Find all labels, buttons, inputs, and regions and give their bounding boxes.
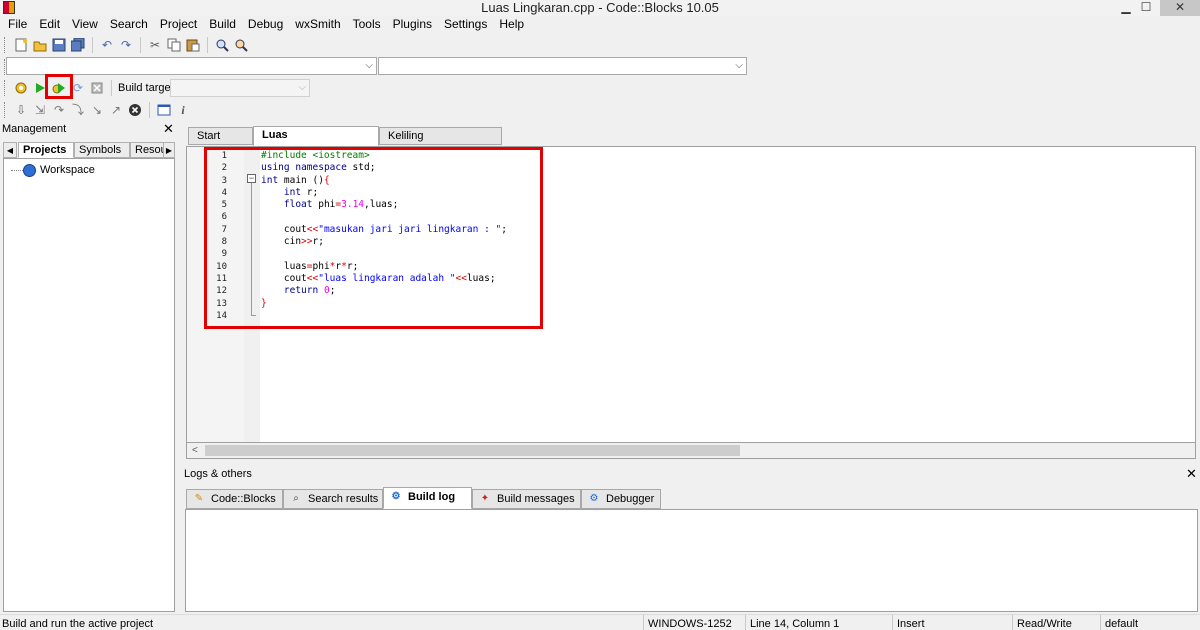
menu-view[interactable]: View: [66, 16, 104, 34]
undo-icon[interactable]: ↶: [99, 37, 115, 53]
chevron-down-icon: ⌵: [365, 60, 373, 71]
tab-codeblocks-log[interactable]: ✎ Code::Blocks: [186, 489, 283, 509]
close-icon[interactable]: ✕: [163, 122, 174, 135]
tab-symbols[interactable]: Symbols: [74, 142, 130, 158]
menu-debug[interactable]: Debug: [242, 16, 289, 34]
new-file-icon[interactable]: [13, 37, 29, 53]
info-icon[interactable]: i: [175, 102, 191, 118]
status-bar: Build and run the active project WINDOWS…: [0, 614, 1200, 630]
chevron-down-icon: ⌵: [298, 82, 306, 93]
tab-start-here[interactable]: Start here: [188, 127, 253, 159]
close-icon[interactable]: ✕: [1186, 467, 1197, 480]
management-tabs: ◀ Projects Symbols Resou ▶: [3, 142, 175, 158]
paste-icon[interactable]: [185, 37, 201, 53]
tab-keliling-lingkaran[interactable]: Keliling Lingkaran.cpp: [379, 127, 502, 159]
menu-search[interactable]: Search: [104, 16, 154, 34]
next-instruction-icon[interactable]: ⤵: [70, 102, 86, 118]
pencil-icon: ✎: [194, 493, 204, 504]
scope-select[interactable]: ⌵: [6, 57, 377, 75]
menu-file[interactable]: File: [2, 16, 33, 34]
status-position: Line 14, Column 1: [745, 615, 892, 630]
window-title: Luas Lingkaran.cpp - Code::Blocks 10.05: [481, 0, 719, 15]
compiler-toolbar: ⟳ Build target:: [0, 77, 177, 99]
stop-debugger-icon[interactable]: [127, 102, 143, 118]
debug-windows-icon[interactable]: [156, 102, 172, 118]
build-target-select[interactable]: ⌵: [170, 79, 310, 97]
tree-item-workspace[interactable]: Workspace: [11, 163, 95, 177]
run-to-cursor-icon[interactable]: ⇲: [32, 102, 48, 118]
tab-luas-lingkaran[interactable]: Luas Lingkaran.cpp✕: [253, 126, 379, 158]
step-out-icon[interactable]: ↗: [108, 102, 124, 118]
status-access: Read/Write: [1012, 615, 1100, 630]
logs-tabs: ✎ Code::Blocks ⌕ Search results ⚙ Build log…: [185, 487, 1195, 509]
toolbar-grip: [4, 37, 7, 53]
editor-horizontal-scrollbar[interactable]: <: [186, 443, 1196, 459]
tab-projects[interactable]: Projects: [18, 142, 74, 158]
save-icon[interactable]: [51, 37, 67, 53]
tree-item-label: Workspace: [40, 164, 95, 176]
menu-plugins[interactable]: Plugins: [387, 16, 438, 34]
maximize-button[interactable]: ☐: [1132, 0, 1160, 16]
menu-edit[interactable]: Edit: [33, 16, 66, 34]
project-tree: Workspace: [3, 158, 175, 612]
title-bar: Luas Lingkaran.cpp - Code::Blocks 10.05 …: [0, 0, 1200, 16]
abort-icon[interactable]: [89, 80, 105, 96]
editor-tabs: Start here Luas Lingkaran.cpp✕ Keliling …: [186, 126, 1196, 159]
menu-build[interactable]: Build: [203, 16, 242, 34]
step-into-icon[interactable]: ↘: [89, 102, 105, 118]
tab-build-messages[interactable]: ✦ Build messages: [472, 489, 581, 509]
search-icon: ⌕: [293, 493, 299, 504]
debugger-toolbar: ⇩ ⇲ ↷ ⤵ ↘ ↗ i: [0, 99, 191, 121]
tab-resources[interactable]: Resou: [130, 142, 164, 158]
logs-panel: Logs & others ✕ ✎ Code::Blocks ⌕ Search re…: [181, 465, 1200, 613]
menu-project[interactable]: Project: [154, 16, 203, 34]
replace-icon[interactable]: [233, 37, 249, 53]
close-button[interactable]: ✕: [1160, 0, 1200, 16]
menu-tools[interactable]: Tools: [347, 16, 387, 34]
scroll-left-icon[interactable]: <: [192, 443, 198, 458]
tab-build-log[interactable]: ⚙ Build log: [383, 487, 472, 509]
chevron-down-icon: ⌵: [735, 60, 743, 71]
cut-icon[interactable]: ✂: [147, 37, 163, 53]
debug-continue-icon[interactable]: ⇩: [13, 102, 29, 118]
build-icon[interactable]: [13, 80, 29, 96]
workspace-icon: [23, 163, 36, 177]
status-message: Build and run the active project: [2, 618, 154, 630]
menu-help[interactable]: Help: [493, 16, 530, 34]
code-highlight-box: [204, 147, 543, 329]
copy-icon[interactable]: [166, 37, 182, 53]
status-mode: Insert: [892, 615, 1012, 630]
menu-wxsmith[interactable]: wxSmith: [289, 16, 346, 34]
status-language: default: [1100, 615, 1200, 630]
pin-icon: ✦: [480, 493, 490, 504]
open-file-icon[interactable]: [32, 37, 48, 53]
menu-settings[interactable]: Settings: [438, 16, 493, 34]
redo-icon[interactable]: ↷: [118, 37, 134, 53]
scrollbar-thumb[interactable]: [205, 445, 740, 456]
main-toolbar: ↶ ↷ ✂: [0, 34, 249, 56]
next-line-icon[interactable]: ↷: [51, 102, 67, 118]
build-and-run-highlight: [45, 74, 73, 99]
save-all-icon[interactable]: [70, 37, 86, 53]
tab-scroll-right-icon[interactable]: ▶: [163, 142, 175, 158]
gear-log-icon: ⚙: [391, 491, 401, 502]
tab-search-results[interactable]: ⌕ Search results: [283, 489, 383, 509]
status-encoding: WINDOWS-1252: [643, 615, 745, 630]
build-target-label: Build target:: [118, 82, 177, 94]
logs-title: Logs & others: [184, 468, 252, 480]
menu-bar: File Edit View Search Project Build Debu…: [0, 16, 1200, 34]
tab-debugger[interactable]: ⚙ Debugger: [581, 489, 661, 509]
management-title: Management: [2, 123, 67, 135]
find-icon[interactable]: [214, 37, 230, 53]
function-select[interactable]: ⌵: [378, 57, 747, 75]
build-log-output[interactable]: [185, 509, 1198, 612]
tab-scroll-left-icon[interactable]: ◀: [3, 142, 17, 158]
debugger-icon: ⚙: [589, 493, 599, 504]
